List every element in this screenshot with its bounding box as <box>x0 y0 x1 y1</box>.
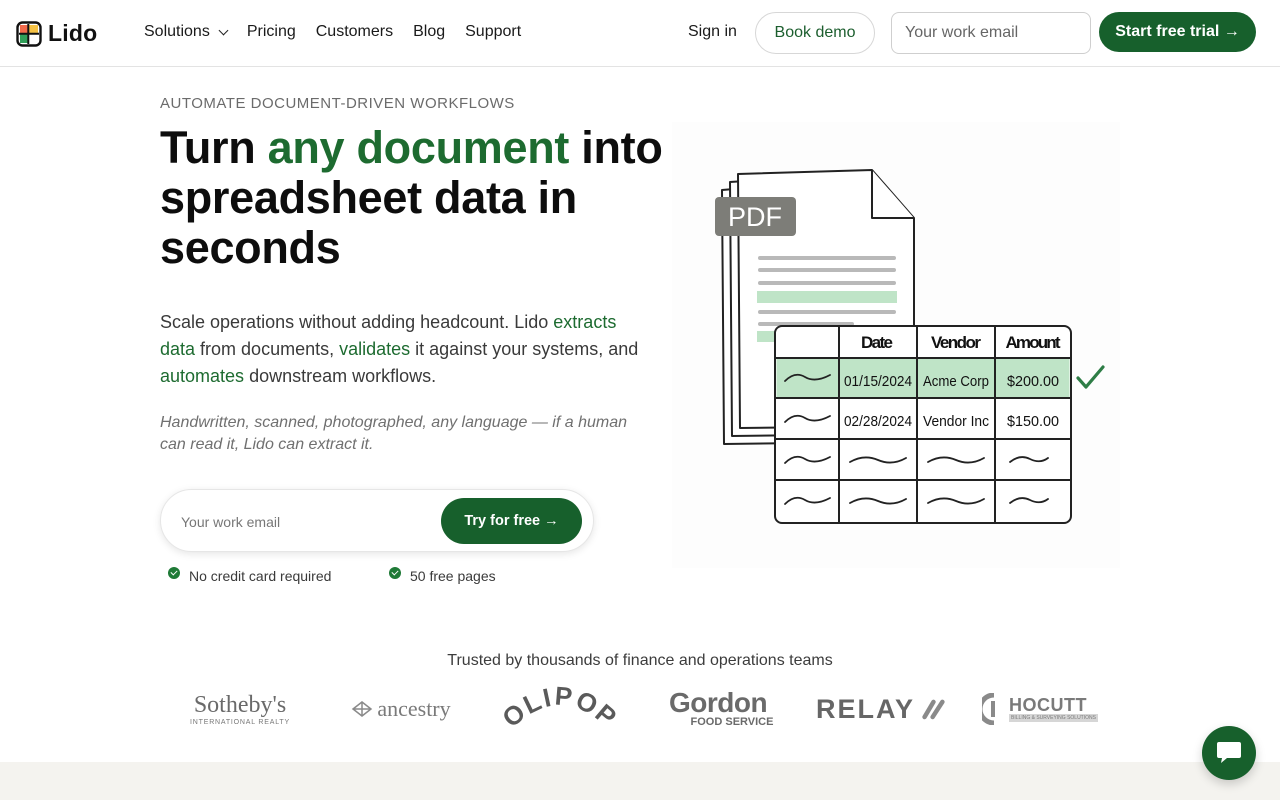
table-cell-vendor-2: Vendor Inc <box>923 413 989 430</box>
hero-eyebrow: AUTOMATE DOCUMENT-DRIVEN WORKFLOWS <box>160 95 515 112</box>
nav-customers[interactable]: Customers <box>316 23 393 41</box>
sub-text-1: Scale operations without adding headcoun… <box>160 312 554 332</box>
sothebys-logo: Sotheby's INTERNATIONAL REALTY <box>190 684 290 734</box>
brand-name: Lido <box>48 20 98 46</box>
headline-highlight: any document <box>267 122 570 173</box>
headline-pre: Turn <box>160 122 268 173</box>
gordon-logo: Gordon FOOD SERVICE <box>656 684 780 734</box>
nav-blog[interactable]: Blog <box>413 23 445 41</box>
trusted-by-label: Trusted by thousands of finance and oper… <box>447 652 833 669</box>
table-cell-amount-1: $200.00 <box>1007 373 1059 390</box>
table-header-amount: Amount <box>1006 333 1061 352</box>
nav-solutions[interactable]: Solutions <box>144 23 229 41</box>
automates-link[interactable]: automates <box>160 366 244 386</box>
check-icon <box>1076 365 1105 389</box>
olipop-wordmark: OLIPOP <box>504 685 616 733</box>
check-icon <box>389 567 401 579</box>
extracted-table: Date Vendor Amount 01/15/2024 Acme Corp … <box>774 325 1105 524</box>
ancestry-logo: ancestry <box>342 684 460 734</box>
perk-free-pages: 50 free pages <box>389 567 496 584</box>
sub-text-2: from documents, <box>195 339 340 359</box>
gordon-logo-name: Gordon <box>668 687 768 718</box>
table-cell-date-2: 02/28/2024 <box>844 413 912 430</box>
table-cell-vendor-1: Acme Corp <box>923 373 989 390</box>
olipop-logo: OLIPOP <box>500 684 620 734</box>
relay-slashes-icon <box>922 699 945 720</box>
hocutt-mark-icon <box>982 693 996 725</box>
hero-email-input[interactable] <box>181 510 431 534</box>
hero-subheading: Scale operations without adding headcoun… <box>160 309 640 390</box>
perk-no-credit-card: No credit card required <box>168 567 332 584</box>
validates-link[interactable]: validates <box>339 339 410 359</box>
sub-text-3: it against your systems, and <box>410 339 639 359</box>
perk-label: 50 free pages <box>410 568 496 584</box>
lido-logo[interactable]: Lido <box>16 20 97 47</box>
table-header-vendor: Vendor <box>931 333 981 352</box>
chevron-down-icon <box>218 25 229 35</box>
document-to-table-illustration: PDF Date Vendor Amount 01/15/2024 Acme C… <box>715 169 1105 524</box>
hero-illustration: PDF Date Vendor Amount 01/15/2024 Acme C… <box>672 122 1120 568</box>
hero-tagline: Handwritten, scanned, photographed, any … <box>160 414 627 453</box>
nav-email-input[interactable] <box>891 12 1091 54</box>
hero-headline: Turn any document into spreadsheet data … <box>160 123 680 273</box>
start-free-trial-button[interactable]: Start free trial → <box>1099 12 1256 52</box>
chat-icon <box>1217 742 1241 763</box>
relay-logo: RELAY <box>816 684 946 734</box>
top-nav: Lido Solutions Pricing Customers Blog Su… <box>0 0 1280 67</box>
sothebys-logo-name: Sotheby's <box>193 691 287 718</box>
book-demo-button[interactable]: Book demo <box>755 12 875 54</box>
nav-solutions-label: Solutions <box>144 23 210 40</box>
customer-logos: Sotheby's INTERNATIONAL REALTY ancestry … <box>160 684 1120 734</box>
sub-text-4: downstream workflows. <box>244 366 437 386</box>
sign-in-link[interactable]: Sign in <box>688 23 737 41</box>
pdf-label: PDF <box>728 202 782 232</box>
try-for-free-button[interactable]: Try for free → <box>441 498 582 544</box>
hocutt-logo: HOCUTT BILLING & SURVEYING SOLUTIONS <box>980 684 1100 734</box>
relay-logo-name: RELAY <box>816 693 916 724</box>
gordon-logo-sub: FOOD SERVICE <box>690 716 774 728</box>
check-icon <box>168 567 180 579</box>
nav-links: Solutions Pricing Customers Blog Support <box>144 23 541 41</box>
hocutt-wordmark: HOCUTT BILLING & SURVEYING SOLUTIONS <box>1009 696 1098 722</box>
perk-label: No credit card required <box>189 568 332 584</box>
hocutt-logo-name: HOCUTT <box>1009 695 1088 715</box>
hocutt-logo-sub: BILLING & SURVEYING SOLUTIONS <box>1009 714 1098 722</box>
table-cell-amount-2: $150.00 <box>1007 413 1059 430</box>
table-header-date: Date <box>861 333 893 352</box>
lido-logo-icon <box>16 20 42 47</box>
nav-support[interactable]: Support <box>465 23 521 41</box>
olipop-logo-name: OLIPOP <box>504 685 616 733</box>
table-cell-date-1: 01/15/2024 <box>844 373 912 390</box>
ancestry-logo-name: ancestry <box>377 696 451 721</box>
ancestry-leaf-icon <box>352 701 373 717</box>
next-section-band <box>0 762 1280 800</box>
chat-widget-button[interactable] <box>1202 726 1256 780</box>
hero-signup-form: Try for free → <box>160 489 594 552</box>
nav-pricing[interactable]: Pricing <box>247 23 296 41</box>
sothebys-logo-sub: INTERNATIONAL REALTY <box>190 718 290 726</box>
